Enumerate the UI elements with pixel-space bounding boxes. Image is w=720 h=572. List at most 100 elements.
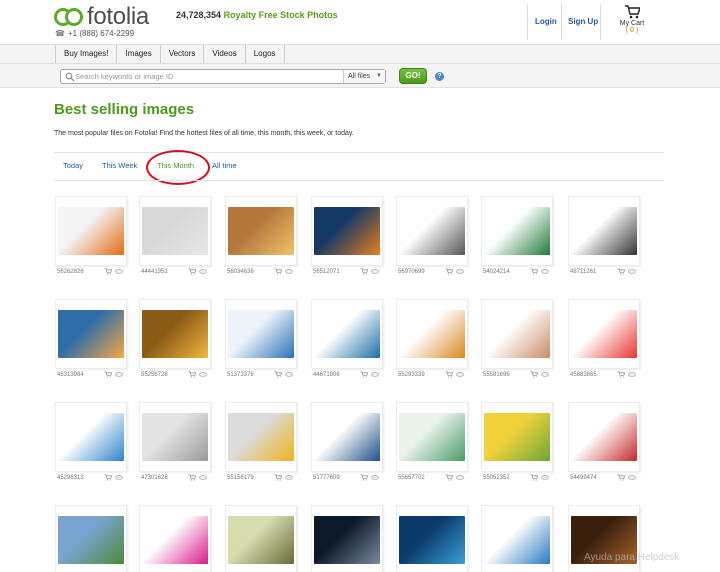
image-thumbnail[interactable] [225,505,297,572]
image-thumbnail[interactable] [225,299,297,369]
preview-eye-icon[interactable] [456,269,464,274]
image-tile[interactable]: 48711261 [568,196,640,284]
fotolia-logo[interactable]: fotolia [54,5,149,29]
image-thumbnail[interactable] [225,402,297,472]
preview-eye-icon[interactable] [456,372,464,377]
tab-today[interactable]: Today [63,161,83,170]
add-to-cart-icon[interactable] [360,268,368,275]
nav-tab-videos[interactable]: Videos [204,45,246,63]
add-to-cart-icon[interactable] [274,474,282,481]
image-tile[interactable]: 45296313 [55,402,127,490]
nav-tab-logos[interactable]: Logos [245,45,285,63]
add-to-cart-icon[interactable] [188,474,196,481]
image-thumbnail[interactable] [139,402,211,472]
preview-eye-icon[interactable] [541,475,549,480]
add-to-cart-icon[interactable] [617,371,625,378]
add-to-cart-icon[interactable] [530,268,538,275]
add-to-cart-icon[interactable] [104,371,112,378]
image-thumbnail[interactable] [311,299,383,369]
preview-eye-icon[interactable] [628,269,636,274]
image-tile[interactable] [396,505,468,572]
image-tile[interactable]: 47301626 [139,402,211,490]
image-thumbnail[interactable] [139,505,211,572]
image-tile[interactable]: 55657702 [396,402,468,490]
preview-eye-icon[interactable] [371,372,379,377]
tab-all-time[interactable]: All time [212,161,237,170]
add-to-cart-icon[interactable] [617,474,625,481]
preview-eye-icon[interactable] [115,475,123,480]
preview-eye-icon[interactable] [371,475,379,480]
add-to-cart-icon[interactable] [530,371,538,378]
preview-eye-icon[interactable] [456,475,464,480]
go-button[interactable]: GO! [399,68,427,84]
preview-eye-icon[interactable] [285,475,293,480]
add-to-cart-icon[interactable] [445,268,453,275]
preview-eye-icon[interactable] [541,372,549,377]
nav-tab-images[interactable]: Images [117,45,161,63]
login-link[interactable]: Login [535,17,557,26]
preview-eye-icon[interactable] [628,475,636,480]
add-to-cart-icon[interactable] [530,474,538,481]
image-tile[interactable]: 56034638 [225,196,297,284]
preview-eye-icon[interactable] [541,269,549,274]
preview-eye-icon[interactable] [199,372,207,377]
image-thumbnail[interactable] [568,299,640,369]
preview-eye-icon[interactable] [285,269,293,274]
add-to-cart-icon[interactable] [617,268,625,275]
image-thumbnail[interactable] [55,505,127,572]
image-thumbnail[interactable] [55,299,127,369]
image-thumbnail[interactable] [568,402,640,472]
image-tile[interactable]: 44441951 [139,196,211,284]
add-to-cart-icon[interactable] [445,371,453,378]
image-thumbnail[interactable] [55,196,127,266]
image-tile[interactable]: 54499474 [568,402,640,490]
image-tile[interactable]: 55052352 [481,402,553,490]
add-to-cart-icon[interactable] [360,474,368,481]
image-thumbnail[interactable] [139,196,211,266]
image-thumbnail[interactable] [481,299,553,369]
image-thumbnail[interactable] [481,505,553,572]
image-tile[interactable]: 56262826 [55,196,127,284]
preview-eye-icon[interactable] [371,269,379,274]
image-tile[interactable]: 45313984 [55,299,127,387]
preview-eye-icon[interactable] [115,269,123,274]
help-icon[interactable]: ? [435,72,444,81]
my-cart-button[interactable]: My Cart ( 0 ) [612,5,652,34]
preview-eye-icon[interactable] [628,372,636,377]
image-thumbnail[interactable] [396,402,468,472]
nav-tab-buy-images[interactable]: Buy Images! [56,45,118,63]
image-tile[interactable]: 55293339 [396,299,468,387]
image-thumbnail[interactable] [139,299,211,369]
image-thumbnail[interactable] [225,196,297,266]
image-tile[interactable]: 44671806 [311,299,383,387]
image-thumbnail[interactable] [396,505,468,572]
preview-eye-icon[interactable] [199,269,207,274]
image-tile[interactable]: 45883865 [568,299,640,387]
add-to-cart-icon[interactable] [188,371,196,378]
preview-eye-icon[interactable] [115,372,123,377]
image-tile[interactable]: 54024214 [481,196,553,284]
image-tile[interactable]: 56970699 [396,196,468,284]
add-to-cart-icon[interactable] [104,268,112,275]
add-to-cart-icon[interactable] [274,268,282,275]
add-to-cart-icon[interactable] [188,268,196,275]
tab-this-week[interactable]: This Week [102,161,137,170]
add-to-cart-icon[interactable] [360,371,368,378]
add-to-cart-icon[interactable] [445,474,453,481]
image-tile[interactable] [225,505,297,572]
add-to-cart-icon[interactable] [274,371,282,378]
image-tile[interactable]: 55581696 [481,299,553,387]
image-tile[interactable] [311,505,383,572]
preview-eye-icon[interactable] [285,372,293,377]
image-tile[interactable]: 55156179 [225,402,297,490]
image-thumbnail[interactable] [311,402,383,472]
image-thumbnail[interactable] [396,299,468,369]
image-thumbnail[interactable] [481,196,553,266]
add-to-cart-icon[interactable] [104,474,112,481]
image-tile[interactable] [139,505,211,572]
image-tile[interactable]: 56512071 [311,196,383,284]
nav-tab-vectors[interactable]: Vectors [160,45,205,63]
image-thumbnail[interactable] [481,402,553,472]
signup-link[interactable]: Sign Up [568,17,598,26]
image-thumbnail[interactable] [311,505,383,572]
